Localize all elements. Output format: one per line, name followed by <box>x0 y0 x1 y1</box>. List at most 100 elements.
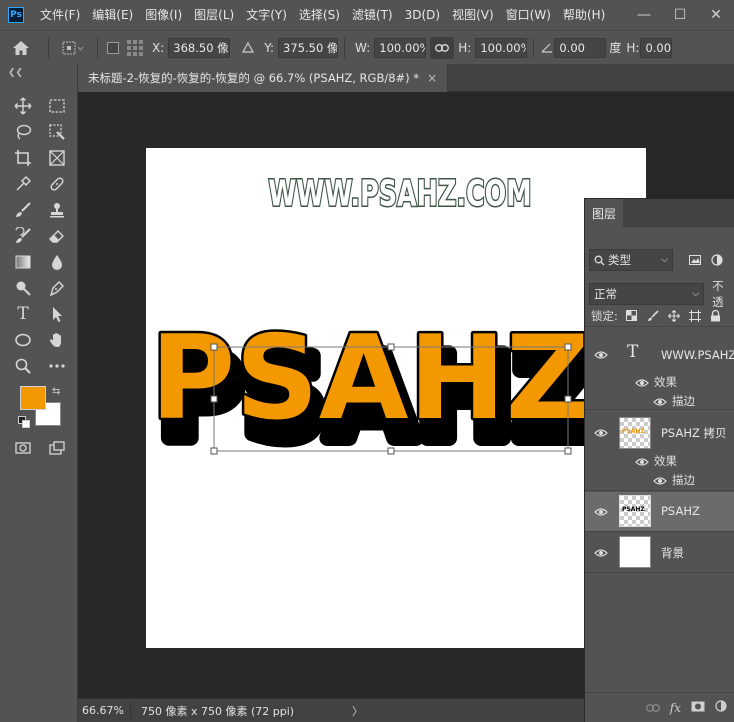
visibility-eye-icon[interactable] <box>594 350 608 360</box>
path-select-icon[interactable] <box>44 302 70 326</box>
crop-icon[interactable] <box>10 146 36 170</box>
lock-position-icon[interactable] <box>666 308 682 324</box>
menu-view[interactable]: 视图(V) <box>446 0 500 30</box>
layer-name[interactable]: PSAHZ 拷贝 <box>661 425 727 441</box>
eyedropper-icon[interactable] <box>10 172 36 196</box>
document-tab[interactable]: 未标题-2-恢复的-恢复的-恢复的 @ 66.7% (PSAHZ, RGB/8#… <box>78 64 449 92</box>
filter-kind-select[interactable]: 类型 ⌵ <box>589 249 673 271</box>
shape-icon[interactable] <box>10 328 36 352</box>
restore-button[interactable]: ☐ <box>662 0 698 30</box>
menu-layer[interactable]: 图层(L) <box>188 0 240 30</box>
layer-name[interactable]: WWW.PSAHZ.COM <box>661 348 734 362</box>
angle-field[interactable]: 0.00 <box>554 37 607 58</box>
healing-icon[interactable] <box>44 172 70 196</box>
home-icon[interactable] <box>0 33 42 63</box>
stroke-eye-icon[interactable] <box>653 476 667 486</box>
document-info: 750 像素 x 750 像素 (72 ppi) <box>130 702 346 719</box>
visibility-eye-icon[interactable] <box>594 548 608 558</box>
y-label: Y: <box>264 40 275 55</box>
collapse-icon[interactable]: ❮❮ <box>8 68 23 78</box>
frame-icon[interactable] <box>44 146 70 170</box>
blend-mode-select[interactable]: 正常 ⌵ <box>589 283 705 305</box>
default-colors-icon[interactable] <box>18 416 30 428</box>
hskew-field[interactable]: 0.00 <box>640 37 673 58</box>
stamp-icon[interactable] <box>44 198 70 222</box>
effects-eye-icon[interactable] <box>635 378 649 388</box>
more-icon[interactable] <box>44 354 70 378</box>
close-tab-icon[interactable]: × <box>427 71 437 85</box>
filter-image-icon[interactable] <box>687 252 703 268</box>
gradient-icon[interactable] <box>10 250 36 274</box>
menu-help[interactable]: 帮助(H) <box>557 0 611 30</box>
menu-window[interactable]: 窗口(W) <box>500 0 557 30</box>
width-field[interactable]: 100.00% <box>374 37 427 58</box>
layer-thumbnail <box>619 536 651 568</box>
visibility-eye-icon[interactable] <box>594 507 608 517</box>
foreground-color-swatch[interactable] <box>20 386 46 410</box>
lock-artboard-icon[interactable] <box>687 308 703 324</box>
delta-icon[interactable] <box>236 42 260 53</box>
history-brush-icon[interactable] <box>10 224 36 248</box>
x-position-field[interactable]: 368.50 像素 <box>168 37 231 58</box>
menu-type[interactable]: 文字(Y) <box>240 0 293 30</box>
screen-mode-icon[interactable] <box>44 436 70 460</box>
eraser-icon[interactable] <box>44 224 70 248</box>
document-tab-bar: 未标题-2-恢复的-恢复的-恢复的 @ 66.7% (PSAHZ, RGB/8#… <box>78 64 734 92</box>
filter-adjustment-icon[interactable] <box>709 252 725 268</box>
watermark-text: WWW.PSAHZ.COM <box>268 173 531 214</box>
reference-point-icon[interactable] <box>55 41 91 55</box>
menu-image[interactable]: 图像(I) <box>139 0 188 30</box>
adjustment-icon[interactable] <box>715 700 727 715</box>
hand-icon[interactable] <box>44 328 70 352</box>
dodge-icon[interactable] <box>10 276 36 300</box>
zoom-level[interactable]: 66.67% <box>78 704 130 717</box>
lasso-icon[interactable] <box>10 120 36 144</box>
h-label: H: <box>458 40 472 55</box>
layer-item-psahz[interactable]: PSAHZ PSAHZ <box>585 492 734 532</box>
layer-name[interactable]: 背景 <box>661 545 684 561</box>
link-layers-icon[interactable] <box>645 701 660 715</box>
blur-icon[interactable] <box>44 250 70 274</box>
layer-item-psahz-copy[interactable]: PSAHZ PSAHZ 拷贝 效果 描边 <box>585 411 734 491</box>
hskew-label: H: <box>626 40 640 55</box>
status-menu-arrow[interactable]: 〉 <box>352 703 363 719</box>
reference-grid-icon[interactable] <box>122 39 148 57</box>
move-icon[interactable] <box>10 94 36 118</box>
stroke-eye-icon[interactable] <box>653 397 667 407</box>
link-icon[interactable] <box>430 36 455 59</box>
document-canvas[interactable]: WWW.PSAHZ.COM PSAHZ PSAHZ <box>146 148 646 648</box>
menu-edit[interactable]: 编辑(E) <box>86 0 139 30</box>
menu-3d[interactable]: 3D(D) <box>399 0 446 30</box>
swap-colors-icon[interactable]: ⇆ <box>52 386 60 397</box>
menu-file[interactable]: 文件(F) <box>34 0 86 30</box>
stroke-effect-label[interactable]: 描边 <box>672 472 695 488</box>
quickmask-icon[interactable] <box>10 436 36 460</box>
effects-label: 效果 <box>654 454 677 468</box>
type-icon[interactable]: T <box>10 302 36 326</box>
tab-layers[interactable]: 图层 <box>585 199 623 227</box>
show-transform-checkbox[interactable] <box>104 41 122 54</box>
fx-icon[interactable]: fx <box>670 701 681 715</box>
marquee-icon[interactable] <box>44 94 70 118</box>
tools-panel: ❮❮ T ⇆ <box>0 64 78 722</box>
height-field[interactable]: 100.00% <box>475 37 528 58</box>
lock-pixels-icon[interactable] <box>645 308 661 324</box>
mask-icon[interactable] <box>691 701 705 715</box>
minimize-button[interactable]: — <box>626 0 662 30</box>
pen-icon[interactable] <box>44 276 70 300</box>
lock-transparent-icon[interactable] <box>624 308 640 324</box>
y-position-field[interactable]: 375.50 像素 <box>278 37 339 58</box>
quick-select-icon[interactable] <box>44 120 70 144</box>
menu-filter[interactable]: 滤镜(T) <box>346 0 399 30</box>
visibility-eye-icon[interactable] <box>594 428 608 438</box>
brush-icon[interactable] <box>10 198 36 222</box>
menu-select[interactable]: 选择(S) <box>293 0 346 30</box>
layer-item-text[interactable]: T WWW.PSAHZ.COM 效果 描边 <box>585 330 734 410</box>
zoom-icon[interactable] <box>10 354 36 378</box>
effects-eye-icon[interactable] <box>635 457 649 467</box>
layer-item-background[interactable]: 背景 <box>585 533 734 573</box>
stroke-effect-label[interactable]: 描边 <box>672 393 695 409</box>
layer-name[interactable]: PSAHZ <box>661 504 700 518</box>
lock-all-icon[interactable] <box>708 308 724 324</box>
close-window-button[interactable]: ✕ <box>698 0 734 30</box>
